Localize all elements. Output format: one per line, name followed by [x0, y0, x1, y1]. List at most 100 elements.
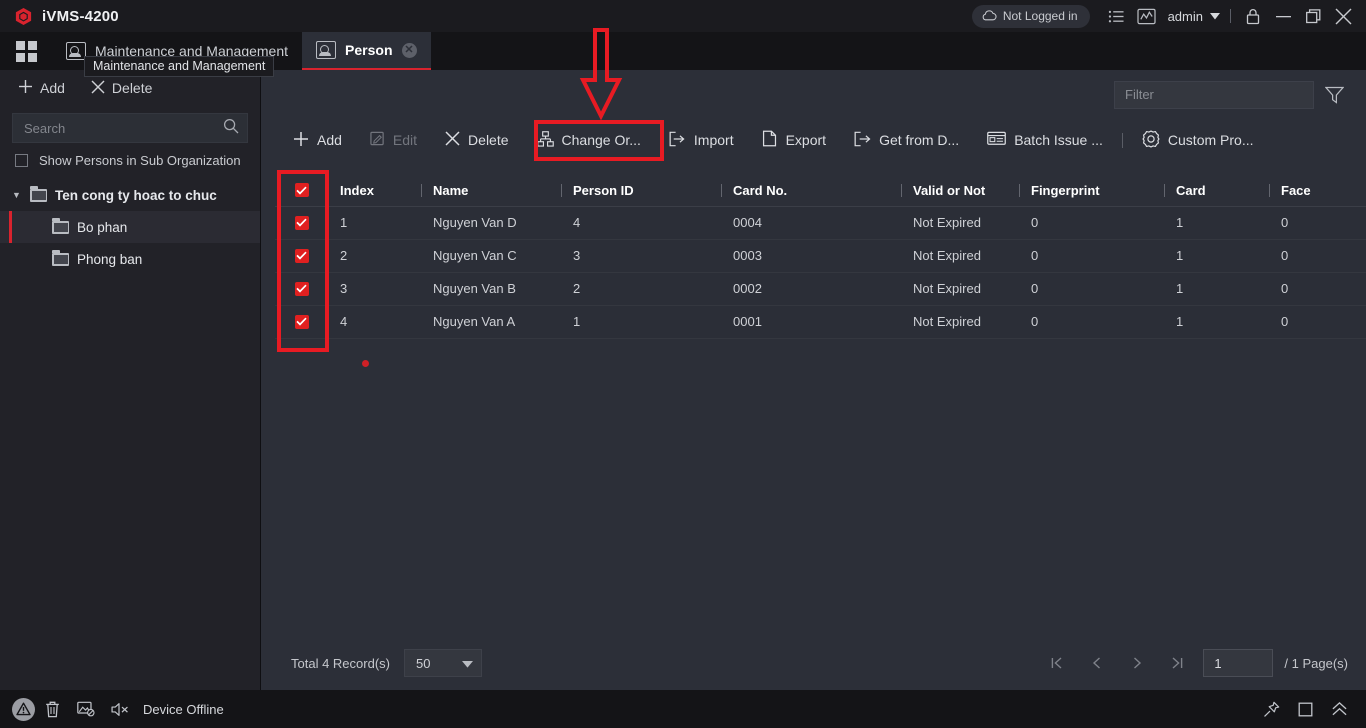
toolbar-change-organization-button[interactable]: Change Or... [523, 125, 655, 155]
grid-menu-icon[interactable] [0, 32, 52, 70]
close-icon[interactable] [1328, 2, 1358, 30]
application-window: iVMS-4200 Not Logged in admin Maintenanc… [0, 0, 1366, 728]
person-toolbar: Add Edit Delete Change Or... Import Expo… [261, 119, 1366, 161]
speaker-mute-icon[interactable] [103, 694, 137, 724]
toolbar-add-button[interactable]: Add [279, 125, 356, 155]
tree-node-phong-ban[interactable]: Phong ban [0, 243, 260, 275]
x-icon [91, 80, 105, 97]
close-circle-icon[interactable]: ✕ [401, 42, 417, 58]
image-blocked-icon[interactable] [69, 694, 103, 724]
sidebar-add-button[interactable]: Add [18, 79, 65, 97]
row-select-cell[interactable] [275, 305, 328, 339]
pin-icon[interactable] [1254, 694, 1288, 724]
tab-tooltip: Maintenance and Management [84, 56, 275, 77]
tab-person[interactable]: Person ✕ [302, 32, 431, 70]
cell-face: 0 [1269, 272, 1366, 306]
select-all-cell[interactable] [275, 175, 328, 207]
toolbar-batch-issue-button[interactable]: Batch Issue ... [973, 125, 1117, 155]
show-persons-sub-org-row[interactable]: Show Persons in Sub Organization [0, 143, 260, 177]
lock-icon[interactable] [1238, 3, 1268, 29]
table-row[interactable]: 3 Nguyen Van B 2 0002 Not Expired 0 1 0 [275, 272, 1366, 306]
tree-node-bo-phan[interactable]: Bo phan [0, 211, 260, 243]
table-row[interactable]: 2 Nguyen Van C 3 0003 Not Expired 0 1 0 [275, 239, 1366, 273]
filter-bar [261, 70, 1366, 119]
cell-name: Nguyen Van C [421, 239, 561, 273]
cell-valid-or-not: Not Expired [901, 305, 1019, 339]
column-header-face[interactable]: Face [1269, 175, 1366, 207]
restore-icon[interactable] [1298, 2, 1328, 30]
tree-node-root[interactable]: ▼ Ten cong ty hoac to chuc [0, 179, 260, 211]
toolbar-edit-button[interactable]: Edit [356, 125, 431, 155]
cell-person-id: 3 [561, 239, 721, 273]
search-input[interactable] [24, 120, 223, 136]
column-header-valid-or-not[interactable]: Valid or Not [901, 175, 1019, 207]
pagination-bar: Total 4 Record(s) 50 1 / 1 Page(s) [261, 636, 1366, 690]
chevron-double-up-icon[interactable] [1322, 694, 1356, 724]
search-icon[interactable] [223, 118, 239, 139]
select-all-checkbox[interactable] [294, 183, 309, 198]
sidebar-delete-button[interactable]: Delete [91, 80, 152, 97]
column-header-person-id[interactable]: Person ID [561, 175, 721, 207]
first-page-icon[interactable] [1037, 648, 1077, 678]
toolbar-custom-property-button[interactable]: Custom Pro... [1128, 125, 1268, 155]
sidebar-add-label: Add [40, 80, 65, 96]
cell-name: Nguyen Van B [421, 272, 561, 306]
cell-card: 1 [1164, 239, 1269, 273]
list-icon[interactable] [1102, 3, 1132, 29]
row-checkbox[interactable] [294, 248, 309, 263]
cell-valid-or-not: Not Expired [901, 239, 1019, 273]
prev-page-icon[interactable] [1077, 648, 1117, 678]
chevron-down-icon[interactable] [1207, 3, 1223, 29]
cell-index: 1 [328, 206, 421, 240]
person-card-icon [316, 41, 337, 59]
sidebar-search-box[interactable] [12, 113, 248, 143]
row-select-cell[interactable] [275, 239, 328, 273]
toolbar-delete-button[interactable]: Delete [431, 125, 522, 155]
folder-icon [52, 249, 69, 266]
app-title: iVMS-4200 [42, 7, 119, 25]
row-select-cell[interactable] [275, 272, 328, 306]
toolbar-export-button[interactable]: Export [748, 125, 840, 155]
row-checkbox[interactable] [294, 314, 309, 329]
filter-funnel-icon[interactable] [1314, 86, 1354, 104]
cell-index: 4 [328, 305, 421, 339]
table-row[interactable]: 1 Nguyen Van D 4 0004 Not Expired 0 1 0 [275, 206, 1366, 240]
filter-input-wrap[interactable] [1114, 80, 1314, 109]
page-size-select[interactable]: 50 [403, 649, 482, 677]
toolbar-import-button[interactable]: Import [655, 125, 748, 155]
chevron-down-icon[interactable]: ▼ [12, 190, 22, 200]
chart-icon[interactable] [1132, 3, 1162, 29]
minimize-icon[interactable] [1268, 2, 1298, 30]
page-nav-group: 1 / 1 Page(s) [1037, 648, 1366, 678]
sidebar-delete-label: Delete [111, 80, 153, 96]
next-page-icon[interactable] [1117, 648, 1157, 678]
cell-name: Nguyen Van D [421, 206, 561, 240]
toolbar-label: Export [785, 132, 827, 148]
column-header-card-no[interactable]: Card No. [721, 175, 901, 207]
row-checkbox[interactable] [294, 281, 309, 296]
hexagon-logo-icon [14, 7, 33, 26]
page-number-input[interactable]: 1 [1203, 649, 1274, 677]
table-row[interactable]: 4 Nguyen Van A 1 0001 Not Expired 0 1 0 [275, 305, 1366, 339]
show-persons-sub-org-checkbox[interactable] [15, 153, 28, 167]
person-content-panel: Add Edit Delete [261, 70, 1366, 698]
column-header-index[interactable]: Index [328, 175, 421, 207]
column-header-fingerprint[interactable]: Fingerprint [1019, 175, 1164, 207]
column-header-card[interactable]: Card [1164, 175, 1269, 207]
row-checkbox[interactable] [294, 215, 309, 230]
show-persons-sub-org-label: Show Persons in Sub Organization [39, 152, 241, 168]
toolbar-label: Get from D... [879, 132, 960, 148]
row-select-cell[interactable] [275, 206, 328, 240]
admin-user-label[interactable]: admin [1162, 9, 1207, 24]
square-icon[interactable] [1288, 694, 1322, 724]
column-header-name[interactable]: Name [421, 175, 561, 207]
person-table-wrap: Index Name Person ID Card No. Valid or N… [275, 175, 1366, 339]
trash-icon[interactable] [35, 694, 69, 724]
filter-input[interactable] [1125, 87, 1303, 102]
toolbar-label: Edit [392, 132, 418, 148]
toolbar-label: Add [317, 132, 342, 148]
last-page-icon[interactable] [1157, 648, 1197, 678]
warning-triangle-icon[interactable] [12, 697, 35, 721]
toolbar-get-from-device-button[interactable]: Get from D... [840, 125, 973, 155]
cloud-login-status[interactable]: Not Logged in [971, 4, 1090, 28]
